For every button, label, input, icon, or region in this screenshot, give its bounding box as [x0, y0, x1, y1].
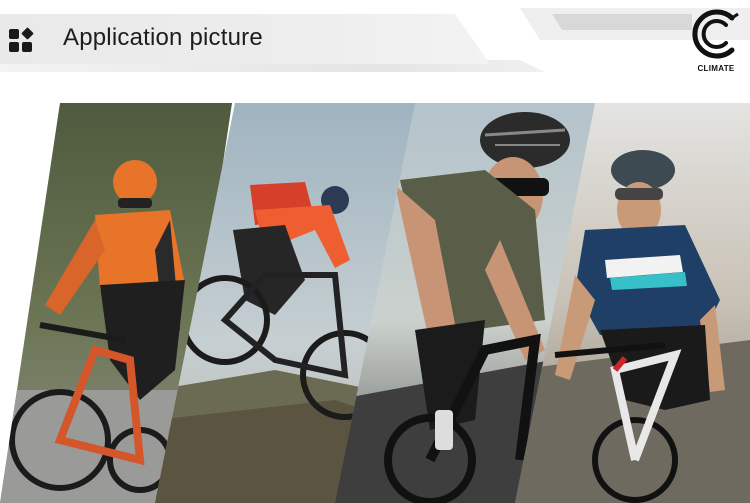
c-logo-icon	[692, 9, 739, 59]
page-title: Application picture	[63, 24, 263, 51]
grid-diamond-icon	[8, 27, 36, 55]
application-photos	[0, 100, 750, 503]
logo-text: CLIMATE	[697, 64, 735, 73]
brand-logo: CLIMATE	[688, 6, 744, 74]
header-decor-right-inner	[552, 14, 692, 30]
